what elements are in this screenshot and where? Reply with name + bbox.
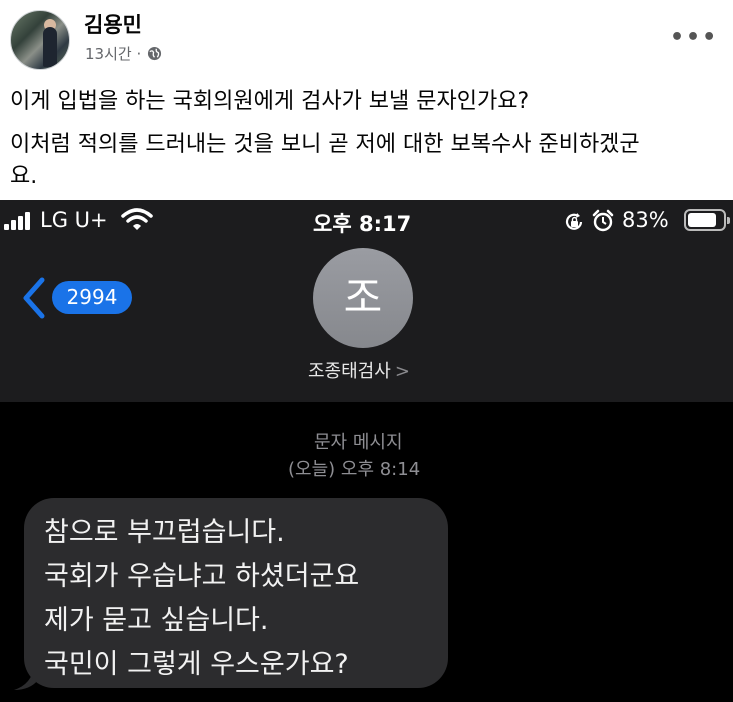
globe-icon	[148, 46, 162, 61]
message-screenshot[interactable]: LG U+ 오후 8:17 83% 2994 조 조종태검사 > 문자 메시지 (…	[0, 200, 733, 702]
message-line: 국회가 우습냐고 하셨더군요	[44, 561, 360, 592]
more-options-button[interactable]: •••	[670, 25, 718, 50]
battery-fill	[688, 213, 716, 227]
battery-percent: 83%	[622, 208, 669, 232]
contact-name: 조종태검사	[308, 361, 391, 382]
post-text-line: 이게 입법을 하는 국회의원에게 검사가 보낼 문자인가요?	[10, 89, 530, 114]
alarm-icon	[592, 209, 614, 232]
author-name[interactable]: 김용민	[84, 9, 142, 39]
post-header: 김용민 13시간 · ••• 이게 입법을 하는 국회의원에게 검사가 보낼 문…	[0, 0, 733, 200]
author-avatar[interactable]	[10, 10, 70, 70]
wifi-icon	[121, 208, 153, 230]
contact-name-button[interactable]: 조종태검사 >	[308, 357, 410, 383]
message-line: 참으로 부끄럽습니다.	[44, 517, 285, 548]
status-time: 오후 8:17	[313, 212, 412, 236]
post-meta: 13시간 ·	[85, 43, 162, 64]
contact-avatar[interactable]: 조	[313, 248, 413, 348]
message-timestamp: (오늘) 오후 8:14	[288, 459, 421, 480]
post-text-line: 요.	[10, 164, 38, 189]
battery-tip	[727, 217, 730, 224]
message-line: 제가 묻고 싶습니다.	[44, 605, 269, 636]
battery-icon	[684, 209, 730, 231]
post-text-line: 이처럼 적의를 드러내는 것을 보니 곧 저에 대한 보복수사 준비하겠군	[10, 132, 640, 157]
message-line: 국민이 그렇게 우스운가요?	[44, 649, 349, 680]
carrier-name: LG U+	[40, 208, 108, 232]
message-type-label: 문자 메시지	[314, 432, 403, 453]
back-chevron-icon[interactable]	[18, 276, 48, 320]
avatar-figure	[43, 27, 57, 67]
back-button-badge[interactable]: 2994	[52, 281, 132, 314]
post-time[interactable]: 13시간 ·	[85, 43, 141, 64]
rotation-lock-icon	[565, 213, 583, 230]
signal-icon	[4, 212, 32, 230]
chevron-right-icon: >	[394, 361, 410, 382]
